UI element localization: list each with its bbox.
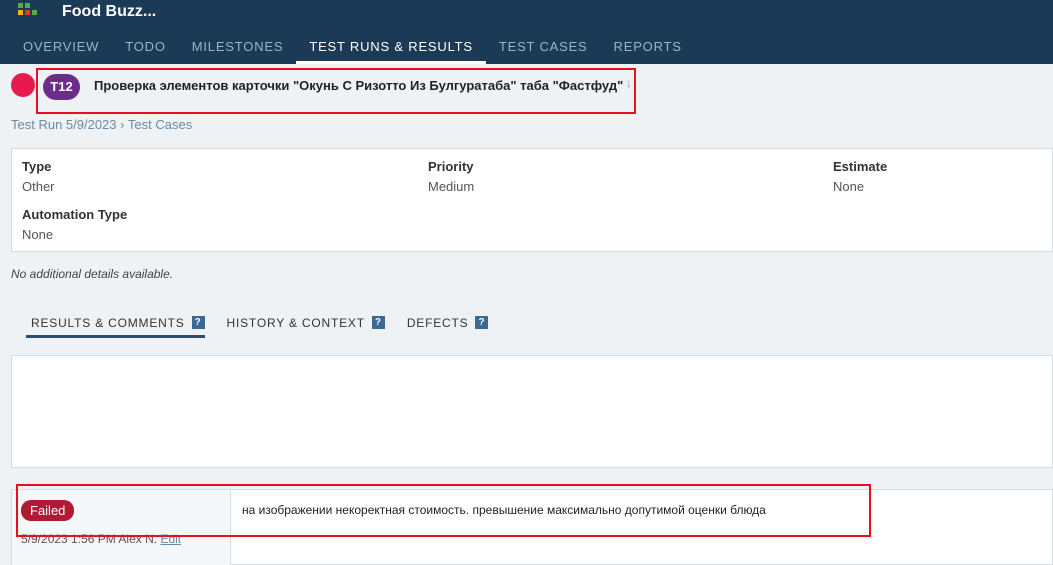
breadcrumb-separator: › — [120, 117, 125, 132]
breadcrumb-test-cases[interactable]: Test Cases — [128, 117, 192, 132]
estimate-value: None — [833, 179, 865, 194]
project-title[interactable]: Food Buzz... — [62, 3, 156, 21]
highlight-box-title — [36, 68, 636, 114]
breadcrumb-test-run[interactable]: Test Run 5/9/2023 — [11, 117, 117, 132]
tab-results-comments-label: RESULTS & COMMENTS — [31, 316, 185, 330]
priority-label: Priority — [428, 159, 474, 174]
priority-value: Medium — [428, 179, 475, 194]
help-icon[interactable]: ? — [371, 316, 385, 329]
tab-history-context-label: HISTORY & CONTEXT — [226, 316, 365, 330]
app-header: Food Buzz... OVERVIEW TODO MILESTONES TE… — [0, 0, 1053, 64]
tab-history-context[interactable]: HISTORY & CONTEXT ? — [227, 316, 385, 338]
tab-results-comments[interactable]: RESULTS & COMMENTS ? — [26, 316, 205, 338]
breadcrumb: Test Run 5/9/2023 › Test Cases — [11, 117, 192, 132]
tab-todo[interactable]: TODO — [112, 38, 179, 64]
properties-panel: Type Other Priority Medium Estimate None… — [11, 148, 1053, 252]
tab-defects[interactable]: DEFECTS ? — [407, 316, 489, 338]
tab-test-cases[interactable]: TEST CASES — [486, 38, 601, 64]
help-icon[interactable]: ? — [191, 316, 205, 329]
type-value: Other — [22, 179, 55, 194]
estimate-label: Estimate — [833, 159, 888, 174]
highlight-box-result — [16, 484, 871, 537]
comment-box[interactable] — [11, 355, 1053, 468]
automation-type-label: Automation Type — [22, 207, 128, 222]
tab-test-runs-results[interactable]: TEST RUNS & RESULTS — [296, 38, 486, 64]
tab-reports[interactable]: REPORTS — [601, 38, 695, 64]
tab-overview[interactable]: OVERVIEW — [10, 38, 112, 64]
automation-type-value: None — [22, 227, 54, 242]
main-nav: OVERVIEW TODO MILESTONES TEST RUNS & RES… — [10, 38, 695, 64]
app-logo-icon[interactable] — [18, 3, 38, 17]
detail-tabs: RESULTS & COMMENTS ? HISTORY & CONTEXT ?… — [26, 316, 514, 338]
status-indicator — [11, 73, 35, 97]
tab-defects-label: DEFECTS — [406, 316, 469, 330]
tab-milestones[interactable]: MILESTONES — [179, 38, 297, 64]
help-icon[interactable]: ? — [475, 316, 489, 329]
type-label: Type — [22, 159, 52, 174]
no-details-text: No additional details available. — [11, 267, 174, 281]
